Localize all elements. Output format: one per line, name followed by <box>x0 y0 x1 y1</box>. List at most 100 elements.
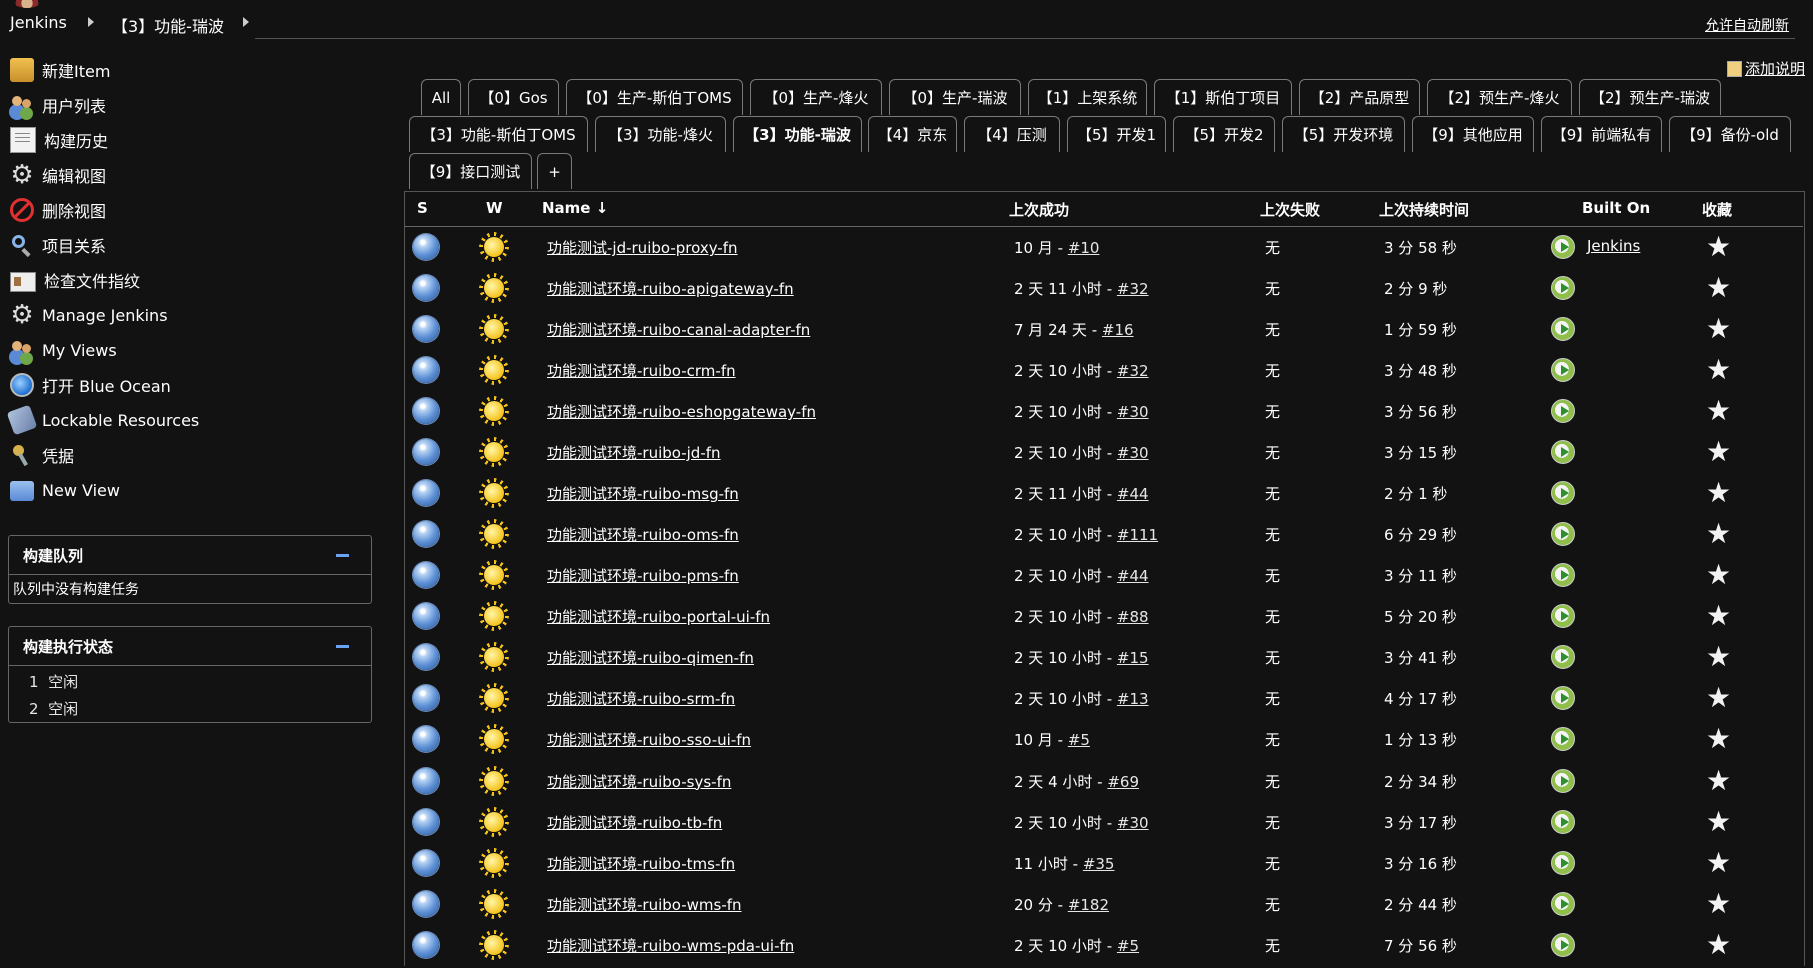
build-number-link[interactable]: #44 <box>1117 485 1149 503</box>
sidebar-task-5[interactable]: 项目关系 <box>10 230 106 260</box>
star-icon[interactable]: ★ <box>1706 479 1731 507</box>
sunny-icon[interactable] <box>477 764 511 798</box>
col-header-weather[interactable]: W <box>486 199 503 217</box>
schedule-build-icon[interactable] <box>1551 850 1575 875</box>
schedule-build-icon[interactable] <box>1551 891 1575 916</box>
build-number-link[interactable]: #30 <box>1117 444 1149 462</box>
tab-view-19[interactable]: 【9】前端私有 <box>1541 116 1662 152</box>
sidebar-task-7[interactable]: ⚙ Manage Jenkins <box>10 300 167 330</box>
sidebar-task-4[interactable]: 删除视图 <box>10 195 106 225</box>
schedule-build-icon[interactable] <box>1551 932 1575 957</box>
job-name-link[interactable]: 功能测试环境-ruibo-jd-fn <box>547 442 721 463</box>
star-icon[interactable]: ★ <box>1706 848 1731 877</box>
blue-ball-icon[interactable] <box>413 357 439 384</box>
col-header-status[interactable]: S <box>417 199 428 217</box>
sunny-icon[interactable] <box>477 558 511 592</box>
tab-view-17[interactable]: 【5】开发环境 <box>1282 116 1405 152</box>
build-number-link[interactable]: #30 <box>1117 403 1149 421</box>
star-icon[interactable]: ★ <box>1706 725 1731 753</box>
star-icon[interactable]: ★ <box>1706 438 1731 466</box>
col-header-built-on[interactable]: Built On <box>1582 199 1650 217</box>
job-name-link[interactable]: 功能测试环境-ruibo-wms-fn <box>547 894 742 915</box>
sunny-icon[interactable] <box>477 353 511 387</box>
star-icon[interactable]: ★ <box>1706 397 1731 425</box>
job-name-link[interactable]: 功能测试环境-ruibo-sys-fn <box>547 771 731 792</box>
sidebar-task-2[interactable]: 构建历史 <box>10 125 108 155</box>
job-name-link[interactable]: 功能测试环境-ruibo-portal-ui-fn <box>547 606 770 627</box>
build-number-link[interactable]: #32 <box>1117 280 1149 298</box>
build-number-link[interactable]: #5 <box>1068 731 1090 749</box>
job-name-link[interactable]: 功能测试环境-ruibo-canal-adapter-fn <box>547 319 810 340</box>
tab-view-10[interactable]: 【3】功能-斯伯丁OMS <box>409 116 588 152</box>
job-name-link[interactable]: 功能测试环境-ruibo-eshopgateway-fn <box>547 401 816 422</box>
schedule-build-icon[interactable] <box>1551 358 1575 383</box>
blue-ball-icon[interactable] <box>413 890 439 917</box>
schedule-build-icon[interactable] <box>1551 809 1575 834</box>
job-name-link[interactable]: 功能测试环境-ruibo-tb-fn <box>547 812 722 833</box>
breadcrumb-home[interactable]: Jenkins <box>10 13 67 32</box>
chevron-right-icon[interactable] <box>243 17 249 27</box>
sidebar-task-1[interactable]: 用户列表 <box>10 90 106 120</box>
sunny-icon[interactable] <box>477 271 511 305</box>
sunny-icon[interactable] <box>477 887 511 921</box>
build-number-link[interactable]: #69 <box>1107 773 1139 791</box>
tab-view-4[interactable]: 【0】生产-瑞波 <box>889 79 1021 115</box>
blue-ball-icon[interactable] <box>413 849 439 876</box>
sidebar-task-8[interactable]: My Views <box>10 335 117 365</box>
sunny-icon[interactable] <box>477 846 511 880</box>
build-number-link[interactable]: #16 <box>1102 321 1134 339</box>
sunny-icon[interactable] <box>477 805 511 839</box>
star-icon[interactable]: ★ <box>1706 274 1731 302</box>
sunny-icon[interactable] <box>477 435 511 469</box>
sunny-icon[interactable] <box>477 599 511 633</box>
star-icon[interactable]: ★ <box>1706 602 1731 630</box>
job-name-link[interactable]: 功能测试环境-ruibo-pms-fn <box>547 565 739 586</box>
build-number-link[interactable]: #88 <box>1117 608 1149 626</box>
sidebar-task-9[interactable]: 打开 Blue Ocean <box>10 370 171 400</box>
job-name-link[interactable]: 功能测试环境-ruibo-crm-fn <box>547 360 736 381</box>
blue-ball-icon[interactable] <box>413 439 439 466</box>
job-name-link[interactable]: 功能测试环境-ruibo-sso-ui-fn <box>547 729 751 750</box>
tab-view-5[interactable]: 【1】上架系统 <box>1028 79 1147 115</box>
build-number-link[interactable]: #35 <box>1083 855 1115 873</box>
build-number-link[interactable]: #111 <box>1117 526 1158 544</box>
job-name-link[interactable]: 功能测试环境-ruibo-srm-fn <box>547 688 735 709</box>
build-number-link[interactable]: #10 <box>1068 239 1100 257</box>
build-number-link[interactable]: #5 <box>1117 937 1139 955</box>
job-name-link[interactable]: 功能测试环境-ruibo-oms-fn <box>547 524 739 545</box>
tab-view-14[interactable]: 【4】压测 <box>964 116 1060 152</box>
breadcrumb-current-view[interactable]: 【3】功能-瑞波 <box>112 13 224 37</box>
job-name-link[interactable]: 功能测试环境-ruibo-tms-fn <box>547 853 735 874</box>
schedule-build-icon[interactable] <box>1551 235 1575 259</box>
tab-view-11[interactable]: 【3】功能-烽火 <box>595 116 726 152</box>
add-description-link[interactable]: 添加说明 <box>1726 58 1805 79</box>
sidebar-task-6[interactable]: 检查文件指纹 <box>10 265 140 295</box>
tab-view-9[interactable]: 【2】预生产-瑞波 <box>1579 79 1721 115</box>
star-icon[interactable]: ★ <box>1706 233 1731 261</box>
build-number-link[interactable]: #15 <box>1117 649 1149 667</box>
sunny-icon[interactable] <box>477 517 511 551</box>
job-name-link[interactable]: 功能测试环境-ruibo-wms-pda-ui-fn <box>547 935 794 956</box>
sunny-icon[interactable] <box>477 230 511 264</box>
star-icon[interactable]: ★ <box>1706 766 1731 795</box>
sunny-icon[interactable] <box>477 394 511 428</box>
sunny-icon[interactable] <box>477 476 511 510</box>
col-header-last-failure[interactable]: 上次失败 <box>1260 199 1320 220</box>
build-number-link[interactable]: #44 <box>1117 567 1149 585</box>
job-name-link[interactable]: 功能测试环境-ruibo-msg-fn <box>547 483 739 504</box>
build-number-link[interactable]: #13 <box>1117 690 1149 708</box>
tab-view-2[interactable]: 【0】生产-斯伯丁OMS <box>566 79 743 115</box>
tab-view-7[interactable]: 【2】产品原型 <box>1299 79 1420 115</box>
tab-view-3[interactable]: 【0】生产-烽火 <box>750 79 882 115</box>
star-icon[interactable]: ★ <box>1706 807 1731 836</box>
blue-ball-icon[interactable] <box>413 931 439 958</box>
star-icon[interactable]: ★ <box>1706 356 1731 384</box>
job-name-link[interactable]: 功能测试-jd-ruibo-proxy-fn <box>547 237 738 258</box>
build-queue-title[interactable]: 构建队列 <box>23 545 83 566</box>
sunny-icon[interactable] <box>477 722 511 756</box>
schedule-build-icon[interactable] <box>1551 440 1575 465</box>
schedule-build-icon[interactable] <box>1551 317 1575 342</box>
sidebar-task-3[interactable]: ⚙ 编辑视图 <box>10 160 106 190</box>
blue-ball-icon[interactable] <box>413 316 439 343</box>
star-icon[interactable]: ★ <box>1706 520 1731 548</box>
